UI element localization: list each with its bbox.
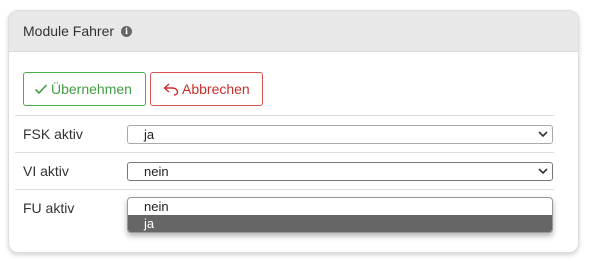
select-value: ja	[144, 126, 155, 142]
setting-row-fsk: FSK aktiv ja	[15, 115, 554, 152]
info-circle-icon[interactable]: i	[121, 25, 133, 37]
vi-select-dropdown: nein ja	[127, 197, 553, 233]
vi-select[interactable]: nein	[127, 161, 553, 181]
panel-header: Module Fahrer i	[9, 11, 578, 52]
dropdown-option-nein[interactable]: nein	[128, 198, 552, 215]
cancel-button-label: Abbrechen	[182, 81, 250, 97]
toolbar: Übernehmen Abbrechen	[23, 72, 263, 106]
undo-arrow-icon	[163, 83, 179, 96]
dropdown-option-ja[interactable]: ja	[128, 215, 552, 232]
checkmark-icon	[34, 84, 48, 95]
setting-label: FU aktiv	[23, 200, 75, 216]
setting-row-vi: VI aktiv nein	[15, 152, 554, 189]
select-value: nein	[144, 163, 169, 179]
cancel-button[interactable]: Abbrechen	[150, 72, 263, 106]
setting-label: VI aktiv	[23, 163, 69, 179]
setting-label: FSK aktiv	[23, 126, 83, 142]
apply-button[interactable]: Übernehmen	[23, 72, 146, 106]
chevron-down-icon	[538, 167, 548, 174]
fsk-select[interactable]: ja	[127, 124, 553, 144]
panel-title: Module Fahrer	[23, 23, 115, 39]
apply-button-label: Übernehmen	[51, 81, 132, 97]
chevron-down-icon	[538, 130, 548, 137]
